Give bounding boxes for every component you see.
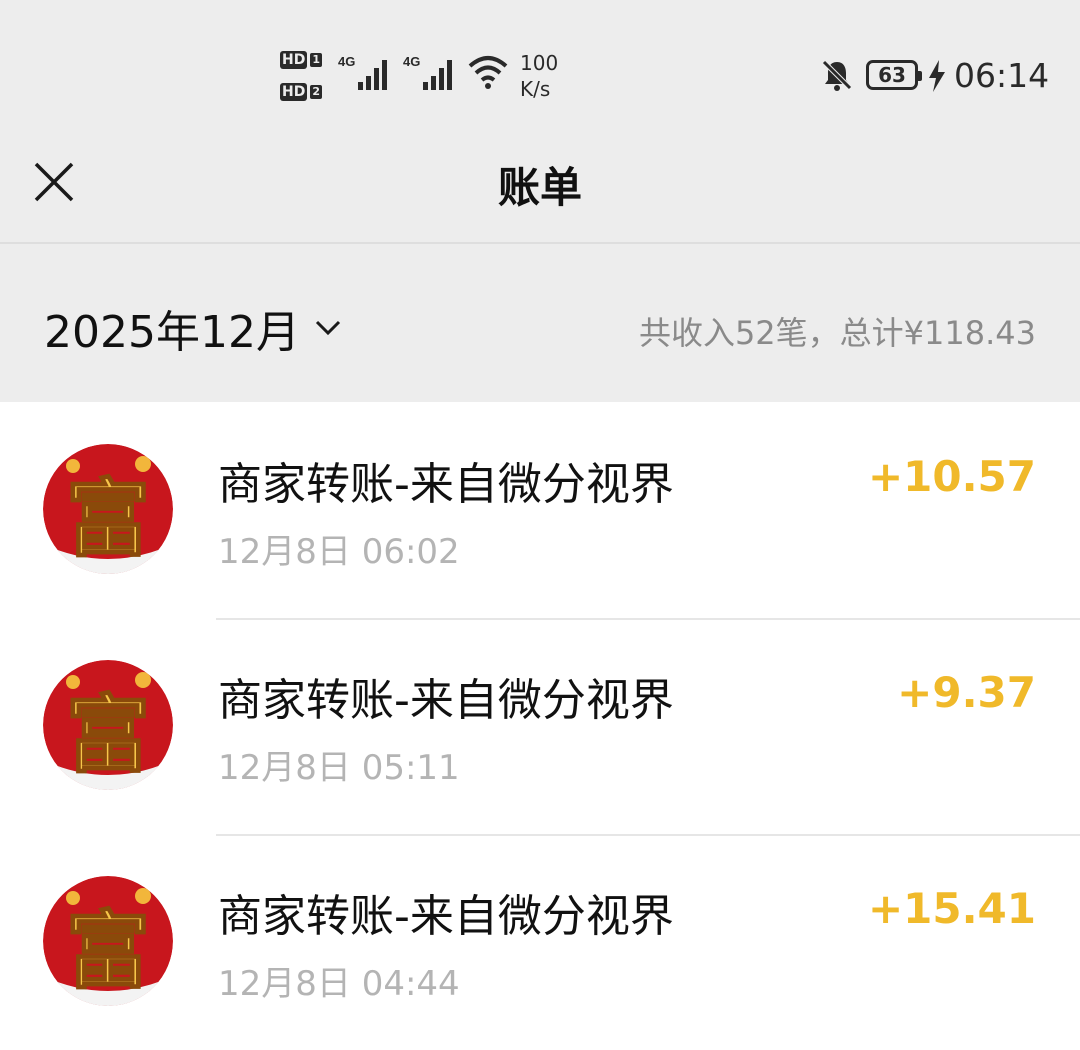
network2-label: 4G (403, 54, 420, 69)
sim1-hd-badge: HD (280, 51, 308, 69)
speed-unit: K/s (520, 77, 551, 101)
transaction-name: 商家转账-来自微分视界 (218, 675, 674, 726)
network-speed: 100 K/s (520, 50, 558, 102)
charging-bolt-icon (928, 60, 946, 96)
status-time: 06:14 (954, 56, 1050, 95)
income-summary: 共收入52笔，总计¥118.43 (638, 314, 1036, 352)
month-selector[interactable]: 2025年12月 (44, 296, 342, 360)
svg-text:富: 富 (66, 901, 150, 1000)
speed-value: 100 (520, 51, 559, 75)
filter-bar: 2025年12月 共收入52笔，总计¥118.43 (0, 244, 1080, 402)
signal-icon: 4G (338, 52, 394, 98)
status-bar: HD 1 HD 2 4G 4G 100 K/s 63 06:14 (0, 0, 1080, 120)
transaction-time: 12月8日 05:11 (218, 748, 460, 788)
chevron-down-icon (315, 320, 341, 336)
top-area: HD 1 HD 2 4G 4G 100 K/s 63 06:14 账单 2025… (0, 0, 1080, 402)
sim2-hd-badge: HD (280, 83, 308, 101)
month-label: 2025年12月 (44, 307, 300, 358)
transaction-amount: +10.57 (867, 452, 1036, 501)
transaction-amount: +9.37 (897, 668, 1036, 717)
transaction-time: 12月8日 06:02 (218, 532, 460, 572)
transaction-time: 12月8日 04:44 (218, 964, 460, 1004)
merchant-avatar: 富 (43, 660, 173, 790)
wifi-icon (466, 54, 510, 94)
svg-text:富: 富 (66, 685, 150, 784)
bell-off-icon (820, 58, 854, 96)
transaction-item[interactable]: 富 商家转账-来自微分视界 12月8日 05:11 +9.37 (0, 618, 1080, 834)
nav-bar: 账单 (0, 120, 1080, 244)
battery-icon: 63 (866, 60, 922, 90)
transaction-amount: +15.41 (867, 884, 1036, 933)
merchant-avatar: 富 (43, 876, 173, 1006)
sim-indicators: HD 1 HD 2 (280, 48, 328, 112)
network1-label: 4G (338, 54, 355, 69)
transaction-name: 商家转账-来自微分视界 (218, 891, 674, 942)
signal-icon: 4G (403, 52, 459, 98)
merchant-avatar: 富 (43, 444, 173, 574)
sim2-number: 2 (310, 85, 322, 99)
svg-text:富: 富 (66, 469, 150, 568)
page-title: 账单 (497, 163, 582, 212)
transaction-item[interactable]: 富 商家转账-来自微分视界 12月8日 04:44 +15.41 (0, 834, 1080, 1050)
transaction-list: 富 商家转账-来自微分视界 12月8日 06:02 +10.57 富 商家转账-… (0, 402, 1080, 1050)
transaction-item[interactable]: 富 商家转账-来自微分视界 12月8日 06:02 +10.57 (0, 402, 1080, 618)
sim1-number: 1 (310, 53, 322, 67)
transaction-name: 商家转账-来自微分视界 (218, 459, 674, 510)
